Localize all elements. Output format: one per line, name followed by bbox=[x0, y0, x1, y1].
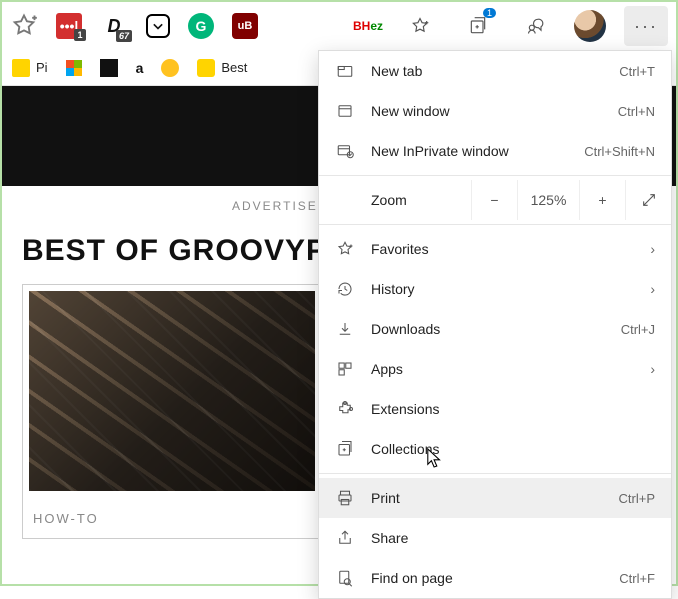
new-window-icon bbox=[335, 101, 355, 121]
menu-collections[interactable]: Collections bbox=[319, 429, 671, 469]
menu-new-tab-label: New tab bbox=[371, 63, 603, 79]
menu-new-window-shortcut: Ctrl+N bbox=[618, 104, 655, 119]
badge-67: 67 bbox=[116, 30, 132, 42]
bookmark-dark-icon bbox=[100, 59, 118, 77]
bookmark-best-icon bbox=[197, 59, 215, 77]
menu-find-shortcut: Ctrl+F bbox=[619, 571, 655, 586]
menu-history-label: History bbox=[371, 281, 627, 297]
favorites-star-icon[interactable] bbox=[400, 6, 440, 46]
bookmark-amazon[interactable]: a bbox=[136, 60, 144, 76]
profile-avatar[interactable] bbox=[574, 10, 606, 42]
menu-extensions-label: Extensions bbox=[371, 401, 655, 417]
extensions-icon bbox=[335, 399, 355, 419]
fullscreen-button[interactable] bbox=[625, 180, 671, 220]
collections-badge: 1 bbox=[483, 8, 496, 18]
bookmark-best[interactable]: Best bbox=[197, 59, 247, 77]
collections-toolbar-icon[interactable]: 1 bbox=[458, 6, 498, 46]
extension-pocket-icon[interactable] bbox=[146, 14, 170, 38]
zoom-value: 125% bbox=[517, 180, 579, 220]
menu-print-shortcut: Ctrl+P bbox=[619, 491, 655, 506]
menu-zoom-row: Zoom − 125% + bbox=[319, 180, 671, 220]
howto-label: HOW-TO bbox=[29, 491, 315, 532]
share-icon bbox=[335, 528, 355, 548]
menu-inprivate[interactable]: New InPrivate window Ctrl+Shift+N bbox=[319, 131, 671, 171]
collections-icon bbox=[335, 439, 355, 459]
chevron-right-icon: › bbox=[643, 361, 655, 377]
menu-downloads-shortcut: Ctrl+J bbox=[621, 322, 655, 337]
menu-print-label: Print bbox=[371, 490, 603, 506]
bookmark-microsoft[interactable] bbox=[66, 60, 82, 76]
bookmark-walmart[interactable] bbox=[161, 59, 179, 77]
article-card[interactable]: HOW-TO bbox=[22, 284, 322, 539]
bhez-l1: BH bbox=[353, 21, 370, 31]
print-icon bbox=[335, 488, 355, 508]
zoom-label: Zoom bbox=[371, 192, 471, 208]
settings-menu: New tab Ctrl+T New window Ctrl+N New InP… bbox=[318, 50, 672, 599]
settings-and-more-button[interactable]: ··· bbox=[624, 6, 668, 46]
bookmark-pi-icon bbox=[12, 59, 30, 77]
menu-downloads-label: Downloads bbox=[371, 321, 605, 337]
extension-grammarly-icon[interactable]: G bbox=[188, 13, 214, 39]
menu-share-label: Share bbox=[371, 530, 655, 546]
menu-inprivate-label: New InPrivate window bbox=[371, 143, 568, 159]
menu-find-label: Find on page bbox=[371, 570, 603, 586]
menu-print[interactable]: Print Ctrl+P bbox=[319, 478, 671, 518]
browser-toolbar: •••| 1 D 67 G uB BH ez 1 ··· bbox=[2, 2, 676, 50]
menu-collections-label: Collections bbox=[371, 441, 655, 457]
find-icon bbox=[335, 568, 355, 588]
apps-icon bbox=[335, 359, 355, 379]
inprivate-icon bbox=[335, 141, 355, 161]
menu-separator-1 bbox=[319, 175, 671, 176]
menu-inprivate-shortcut: Ctrl+Shift+N bbox=[584, 144, 655, 159]
chevron-right-icon: › bbox=[643, 241, 655, 257]
favorites-icon bbox=[335, 239, 355, 259]
feedback-icon[interactable] bbox=[516, 6, 556, 46]
menu-share[interactable]: Share bbox=[319, 518, 671, 558]
new-tab-icon bbox=[335, 61, 355, 81]
amazon-icon: a bbox=[136, 60, 144, 76]
extension-lastpass-icon[interactable]: •••| 1 bbox=[56, 13, 82, 39]
zoom-in-button[interactable]: + bbox=[579, 180, 625, 220]
menu-favorites[interactable]: Favorites › bbox=[319, 229, 671, 269]
menu-apps-label: Apps bbox=[371, 361, 627, 377]
extension-d-icon[interactable]: D 67 bbox=[100, 12, 128, 40]
bhez-l2: ez bbox=[370, 21, 383, 31]
extension-bhez-icon[interactable]: BH ez bbox=[354, 12, 382, 40]
zoom-out-button[interactable]: − bbox=[471, 180, 517, 220]
ext-ub-label: uB bbox=[238, 20, 253, 32]
menu-separator-2 bbox=[319, 224, 671, 225]
badge-1: 1 bbox=[74, 29, 86, 41]
walmart-icon bbox=[161, 59, 179, 77]
menu-new-window[interactable]: New window Ctrl+N bbox=[319, 91, 671, 131]
menu-favorites-label: Favorites bbox=[371, 241, 627, 257]
menu-extensions[interactable]: Extensions bbox=[319, 389, 671, 429]
microsoft-icon bbox=[66, 60, 82, 76]
bookmark-pi-label: Pi bbox=[36, 60, 48, 75]
downloads-icon bbox=[335, 319, 355, 339]
menu-find-on-page[interactable]: Find on page Ctrl+F bbox=[319, 558, 671, 598]
history-icon bbox=[335, 279, 355, 299]
menu-new-tab-shortcut: Ctrl+T bbox=[619, 64, 655, 79]
add-extension-icon[interactable] bbox=[10, 12, 38, 40]
menu-separator-3 bbox=[319, 473, 671, 474]
menu-downloads[interactable]: Downloads Ctrl+J bbox=[319, 309, 671, 349]
menu-apps[interactable]: Apps › bbox=[319, 349, 671, 389]
menu-new-tab[interactable]: New tab Ctrl+T bbox=[319, 51, 671, 91]
extension-ublock-icon[interactable]: uB bbox=[232, 13, 258, 39]
bookmark-pi[interactable]: Pi bbox=[12, 59, 48, 77]
bookmark-dark[interactable] bbox=[100, 59, 118, 77]
keyboard-image bbox=[29, 291, 315, 491]
chevron-right-icon: › bbox=[643, 281, 655, 297]
ext-g-label: G bbox=[196, 18, 207, 34]
menu-new-window-label: New window bbox=[371, 103, 602, 119]
menu-history[interactable]: History › bbox=[319, 269, 671, 309]
bookmark-best-label: Best bbox=[221, 60, 247, 75]
